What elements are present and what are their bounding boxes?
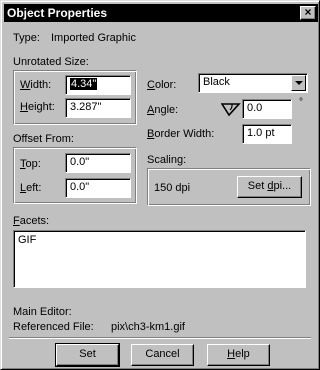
close-icon: × [304,5,312,19]
window-title: Object Properties [7,6,108,20]
cancel-button[interactable]: Cancel [131,344,194,366]
referenced-file-label: Referenced File: [13,321,94,333]
facets-textarea[interactable]: GIF [13,230,306,288]
referenced-file-value: pix\ch3-km1.gif [111,321,185,333]
scaling-label: Scaling: [147,154,187,166]
chevron-down-icon[interactable] [291,75,306,91]
main-editor-label: Main Editor: [13,306,72,318]
border-width-input[interactable]: 1.0 pt [242,124,292,144]
facets-value: GIF [18,234,37,246]
color-label: Color: [147,79,177,91]
top-label: Top: [20,158,41,170]
height-label: Height: [20,101,55,113]
left-input[interactable]: 0.0" [65,178,131,198]
width-label: Width: [20,79,52,91]
help-button[interactable]: Help [207,344,270,366]
type-value: Imported Graphic [51,32,136,44]
set-button[interactable]: Set [55,343,120,367]
border-width-label: Border Width: [147,128,215,140]
title-bar: Object Properties × [4,4,318,22]
border-width-value: 1.0 pt [247,127,275,139]
object-properties-dialog: Object Properties × Type: Imported Graph… [0,0,320,370]
left-label: Left: [20,182,42,194]
offset-from-label: Offset From: [13,133,74,145]
facets-label: Facets: [13,215,50,227]
angle-input[interactable]: 0.0 [242,99,292,119]
left-value: 0.0" [70,181,90,193]
width-value: 4.34" [70,78,98,90]
height-input[interactable]: 3.287" [65,98,131,118]
width-input[interactable]: 4.34" [65,75,131,95]
unrotated-size-label: Unrotated Size: [13,56,89,68]
height-value: 3.287" [70,101,102,113]
type-label: Type: [13,32,40,44]
top-value: 0.0" [70,156,90,168]
color-value: Black [203,76,230,88]
close-button[interactable]: × [300,6,316,20]
divider [9,337,311,339]
color-select[interactable]: Black [198,73,308,93]
angle-value: 0.0 [247,102,263,114]
degree-unit: ° [299,97,303,108]
set-dpi-button[interactable]: Set dpi... [237,176,302,198]
top-input[interactable]: 0.0" [65,153,131,173]
angle-label: Angle: [147,104,179,116]
angle-icon [221,103,241,117]
scaling-value: 150 dpi [154,182,191,194]
